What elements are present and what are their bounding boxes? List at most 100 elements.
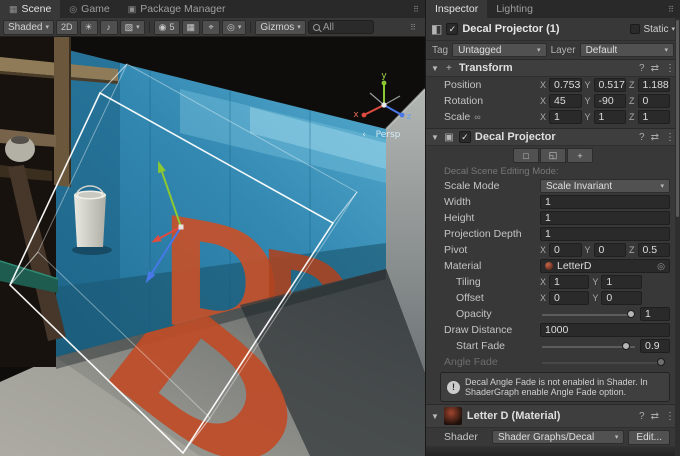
pivot-y-field[interactable]: 0 — [594, 243, 626, 257]
draw-distance-field[interactable]: 1000 — [540, 323, 670, 337]
foldout-icon[interactable]: ▼ — [431, 133, 439, 142]
transform-icon: + — [443, 63, 455, 74]
2d-toggle[interactable]: 2D — [56, 20, 78, 35]
scene-search-field[interactable]: All — [308, 20, 374, 34]
kebab-icon[interactable]: ⋮ — [665, 63, 675, 74]
scrollbar-thumb[interactable] — [676, 20, 679, 217]
edit-bounds-button[interactable]: □ — [513, 148, 539, 163]
snap-toggle[interactable]: ⌖ — [202, 20, 220, 35]
foldout-icon[interactable]: ▼ — [431, 64, 439, 73]
edit-pivot-button[interactable]: ◱ — [540, 148, 566, 163]
opacity-row: Opacity 1 — [426, 306, 680, 322]
pivot-x-field[interactable]: 0 — [549, 243, 581, 257]
scale-x-field[interactable]: 1 — [549, 110, 581, 124]
tab-game[interactable]: ◎ Game — [60, 0, 118, 18]
help-icon[interactable]: ? — [639, 63, 645, 74]
projection-label[interactable]: Persp — [376, 130, 401, 140]
material-section-header[interactable]: ▼ Letter D (Material) ? ⇄ ⋮ — [426, 404, 680, 428]
effects-icon: ▧ — [125, 22, 134, 33]
position-z-field[interactable]: 1.188 — [638, 78, 670, 92]
scene-tabstrip: ▦ Scene ◎ Game ▣ Package Manager ⠿ — [0, 0, 425, 18]
position-label: Position — [444, 79, 540, 91]
scale-y-field[interactable]: 1 — [594, 110, 626, 124]
scene-lighting-toggle[interactable]: ☀ — [80, 20, 98, 35]
pivot-z-field[interactable]: 0.5 — [638, 243, 670, 257]
start-fade-slider[interactable] — [542, 339, 635, 353]
scene-pane-menu-icon[interactable]: ⠿ — [407, 0, 425, 18]
offset-x-field[interactable]: 0 — [549, 291, 589, 305]
offset-row: Offset X 0 Y 0 — [426, 290, 680, 306]
gizmos-dropdown[interactable]: Gizmos ▾ — [255, 20, 305, 35]
height-label: Height — [444, 212, 540, 224]
inspector-pane-menu-icon[interactable]: ⠿ — [662, 0, 680, 18]
tab-scene[interactable]: ▦ Scene — [0, 0, 60, 18]
angle-fade-slider — [542, 355, 665, 369]
tab-lighting[interactable]: Lighting — [487, 0, 542, 18]
material-preview-thumb — [444, 407, 462, 425]
camera-settings-dropdown[interactable]: ◎ ▾ — [222, 20, 246, 35]
angle-fade-warning: ! Decal Angle Fade is not enabled in Sha… — [440, 372, 670, 402]
tiling-y-field[interactable]: 1 — [601, 275, 641, 289]
transform-title: Transform — [459, 62, 513, 74]
toolbar-menu-icon[interactable]: ⠿ — [404, 23, 422, 32]
opacity-slider[interactable] — [542, 307, 635, 321]
effects-dropdown[interactable]: ▧ ▾ — [120, 20, 145, 35]
tiling-label: Tiling — [456, 276, 540, 288]
shading-mode-dropdown[interactable]: Shaded ▾ — [3, 20, 54, 35]
width-label: Width — [444, 196, 540, 208]
position-y-field[interactable]: 0.517 — [594, 78, 626, 92]
help-icon[interactable]: ? — [639, 411, 645, 422]
preset-icon[interactable]: ⇄ — [651, 411, 659, 422]
offset-y-field[interactable]: 0 — [601, 291, 641, 305]
layer-dropdown[interactable]: Default ▾ — [580, 43, 674, 57]
scene-viewport[interactable]: D D D — [0, 37, 425, 456]
tiling-x-field[interactable]: 1 — [549, 275, 589, 289]
kebab-icon[interactable]: ⋮ — [665, 132, 675, 143]
tab-package-manager[interactable]: ▣ Package Manager — [119, 0, 235, 18]
scale-mode-dropdown[interactable]: Scale Invariant ▾ — [540, 179, 670, 193]
chevron-down-icon: ▾ — [533, 46, 541, 54]
height-field[interactable]: 1 — [540, 211, 670, 225]
rotation-z-field[interactable]: 0 — [638, 94, 670, 108]
preset-icon[interactable]: ⇄ — [651, 63, 659, 74]
static-checkbox[interactable] — [630, 24, 640, 34]
preset-icon[interactable]: ⇄ — [651, 132, 659, 143]
material-section-title: Letter D (Material) — [467, 410, 561, 422]
shader-dropdown[interactable]: Shader Graphs/Decal ▾ — [492, 430, 624, 444]
rotation-x-field[interactable]: 45 — [549, 94, 581, 108]
opacity-field[interactable]: 1 — [640, 307, 670, 321]
material-object-field[interactable]: LetterD ◎ — [540, 259, 670, 273]
width-field[interactable]: 1 — [540, 195, 670, 209]
tag-dropdown[interactable]: Untagged ▾ — [452, 43, 546, 57]
chevron-down-icon: ▾ — [661, 46, 669, 54]
foldout-icon[interactable]: ▼ — [431, 412, 439, 421]
camera-icon: ◎ — [227, 22, 235, 33]
active-checkbox[interactable]: ✓ — [446, 23, 458, 35]
transform-header[interactable]: ▼ + Transform ? ⇄ ⋮ — [426, 59, 680, 77]
component-enabled-checkbox[interactable]: ✓ — [459, 131, 471, 143]
material-icon — [545, 262, 553, 270]
tab-inspector[interactable]: Inspector — [426, 0, 487, 18]
edit-uv-button[interactable]: + — [567, 148, 593, 163]
edit-mode-buttons: □ ◱ + — [426, 146, 680, 165]
help-icon[interactable]: ? — [639, 132, 645, 143]
position-row: Position X 0.753 Y 0.517 Z 1.188 — [426, 77, 680, 93]
position-x-field[interactable]: 0.753 — [549, 78, 581, 92]
shader-edit-button[interactable]: Edit... — [628, 430, 670, 445]
tag-layer-row: Tag Untagged ▾ Layer Default ▾ — [426, 41, 680, 59]
grid-toggle[interactable]: ▦ — [182, 20, 201, 35]
grid-icon: ▦ — [187, 22, 196, 33]
inspector-scrollbar[interactable] — [675, 18, 680, 456]
kebab-icon[interactable]: ⋮ — [665, 411, 675, 422]
scene-visibility-toggle[interactable]: ◉ 5 — [154, 20, 180, 35]
static-label[interactable]: Static — [643, 24, 668, 35]
tag-label: Tag — [432, 45, 448, 56]
link-scale-icon[interactable]: ∞ — [474, 112, 480, 122]
projection-depth-field[interactable]: 1 — [540, 227, 670, 241]
object-picker-icon[interactable]: ◎ — [657, 261, 665, 272]
rotation-y-field[interactable]: -90 — [594, 94, 626, 108]
decal-projector-header[interactable]: ▼ ▣ ✓ Decal Projector ? ⇄ ⋮ — [426, 128, 680, 146]
audio-toggle[interactable]: ♪ — [100, 20, 118, 35]
start-fade-field[interactable]: 0.9 — [640, 339, 670, 353]
scale-z-field[interactable]: 1 — [638, 110, 670, 124]
